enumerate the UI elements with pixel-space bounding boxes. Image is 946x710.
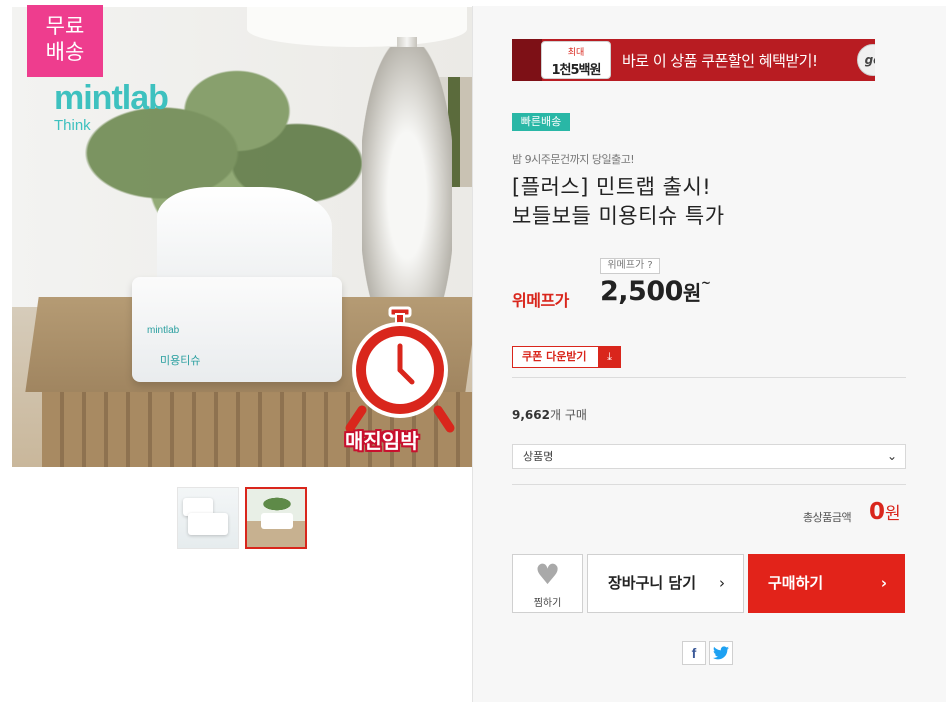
fast-delivery-badge: 빠른배송	[512, 113, 570, 131]
thumbnail-plant	[253, 493, 301, 515]
twitter-share-icon[interactable]	[709, 641, 733, 665]
chevron-right-icon: ›	[719, 574, 725, 592]
purchase-count: 9,662개 구매	[512, 406, 587, 423]
add-to-cart-button[interactable]: 장바구니 담기 ›	[587, 554, 744, 613]
photo-lampshade	[247, 7, 467, 47]
option-select[interactable]: 상품명 ⌄	[512, 444, 906, 469]
coupon-max-box: 최대 1천5백원	[541, 41, 611, 79]
photo-brand-text: mintlab	[54, 79, 169, 117]
chevron-right-icon: ›	[880, 574, 887, 592]
product-title-line-2: 보들보들 미용티슈 특가	[512, 204, 725, 228]
thumbnail-1[interactable]	[177, 487, 239, 549]
purchase-count-value: 9,662	[512, 408, 550, 422]
product-title: [플러스] 민트랩 출시! 보들보들 미용티슈 특가	[512, 173, 725, 231]
option-select-label: 상품명	[523, 450, 554, 463]
heart-icon: ♥	[534, 558, 561, 591]
buy-now-button[interactable]: 구매하기 ›	[748, 554, 905, 613]
coupon-max-label: 최대	[567, 48, 585, 58]
product-title-line-1: [플러스] 민트랩 출시!	[512, 175, 712, 199]
purchase-count-suffix: 개 구매	[549, 408, 587, 422]
free-shipping-badge: 무료 배송	[27, 5, 103, 77]
box-name-text: 미용티슈	[160, 354, 201, 367]
divider	[512, 377, 906, 378]
shipping-note: 밤 9시주문건까지 당일출고!	[512, 153, 635, 166]
wishlist-label: 찜하기	[533, 598, 562, 609]
photo-brand-sub-text: Think	[54, 117, 91, 134]
coupon-banner[interactable]: 최대 1천5백원 바로 이 상품 쿠폰할인 혜택받기! go	[512, 39, 875, 81]
coupon-max-value: 1천5백원	[551, 63, 602, 78]
facebook-share-icon[interactable]: f	[682, 641, 706, 665]
add-to-cart-label: 장바구니 담기	[608, 574, 697, 592]
price-tilde: ~	[700, 276, 711, 290]
price-value: 2,500원~	[600, 276, 711, 307]
coupon-message: 바로 이 상품 쿠폰할인 혜택받기!	[622, 52, 818, 70]
thumbnail-box	[261, 513, 293, 529]
free-shipping-badge-text: 무료 배송	[45, 14, 85, 64]
coupon-download-button[interactable]: 쿠폰 다운받기 ⤓	[512, 346, 621, 368]
coupon-download-label: 쿠폰 다운받기	[522, 350, 587, 363]
download-icon: ⤓	[598, 347, 620, 367]
box-brand-text: mintlab	[147, 325, 180, 336]
thumbnail-box	[188, 513, 228, 535]
total-price-label: 총상품금액	[803, 511, 852, 524]
price-label: 위메프가	[512, 291, 569, 310]
coupon-go-button[interactable]: go	[857, 44, 875, 76]
twitter-bird-icon	[713, 646, 729, 660]
sold-out-soon-label: 매진임박	[345, 429, 419, 453]
wishlist-button[interactable]: ♥ 찜하기	[512, 554, 583, 613]
coupon-banner-accent	[512, 39, 542, 81]
price-unit: 원	[682, 281, 701, 305]
buy-now-label: 구매하기	[768, 574, 824, 592]
total-price-value: 0원	[869, 499, 901, 525]
total-price-amount: 0	[869, 499, 886, 525]
divider	[512, 484, 906, 485]
chevron-down-icon: ⌄	[886, 449, 897, 463]
photo-tissue	[157, 187, 332, 287]
price-info-tooltip[interactable]: 위메프가 ?	[600, 258, 660, 274]
price-amount: 2,500	[600, 276, 683, 307]
photo-lamp	[362, 47, 452, 317]
thumbnail-2-selected[interactable]	[245, 487, 307, 549]
total-price-unit: 원	[885, 504, 901, 524]
